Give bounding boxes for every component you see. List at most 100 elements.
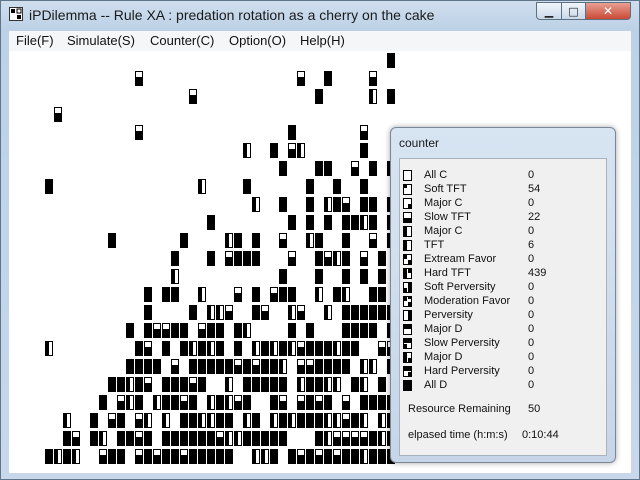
agent-cell	[99, 431, 107, 446]
agent-cell	[162, 395, 170, 410]
agent-cell	[270, 449, 278, 464]
agent-cell	[180, 431, 188, 446]
agent-cell	[252, 431, 260, 446]
agent-cell	[234, 287, 242, 302]
agent-cell	[108, 233, 116, 248]
agent-cell	[63, 413, 71, 428]
agent-cell	[360, 413, 368, 428]
agent-cell	[189, 341, 197, 356]
app-window: iPDilemma -- Rule XA : predation rotatio…	[0, 0, 640, 480]
agent-cell	[360, 305, 368, 320]
agent-cell	[360, 251, 368, 266]
agent-cell	[360, 269, 368, 284]
agent-cell	[45, 449, 53, 464]
agent-cell	[45, 179, 53, 194]
menu-counter[interactable]: Counter(C)	[150, 33, 214, 48]
agent-cell	[180, 377, 188, 392]
agent-cell	[378, 269, 386, 284]
agent-cell	[288, 341, 296, 356]
agent-cell	[333, 431, 341, 446]
agent-cell	[261, 341, 269, 356]
agent-cell	[63, 449, 71, 464]
agent-cell	[297, 359, 305, 374]
agent-cell	[234, 359, 242, 374]
strategy-count: 22	[528, 211, 541, 223]
agent-cell	[216, 431, 224, 446]
menu-bar: File(F) Simulate(S) Counter(C) Option(O)…	[9, 31, 631, 51]
perversity-icon	[403, 310, 412, 321]
agent-cell	[351, 449, 359, 464]
agent-cell	[180, 449, 188, 464]
agent-cell	[279, 395, 287, 410]
agent-cell	[279, 413, 287, 428]
menu-file[interactable]: File(F)	[16, 33, 54, 48]
agent-cell	[333, 179, 341, 194]
agent-cell	[144, 431, 152, 446]
menu-simulate[interactable]: Simulate(S)	[67, 33, 135, 48]
strategy-name: Major C	[424, 197, 463, 209]
hard-perversity-icon	[403, 366, 412, 377]
strategy-count: 6	[528, 239, 535, 251]
agent-cell	[180, 395, 188, 410]
agent-cell	[306, 233, 314, 248]
agent-cell	[216, 395, 224, 410]
agent-cell	[270, 287, 278, 302]
agent-cell	[324, 449, 332, 464]
agent-cell	[171, 395, 179, 410]
agent-cell	[369, 233, 377, 248]
agent-cell	[270, 341, 278, 356]
agent-cell	[351, 323, 359, 338]
agent-cell	[135, 71, 143, 86]
close-button[interactable]: ✕	[585, 2, 631, 20]
agent-cell	[324, 431, 332, 446]
title-bar[interactable]: iPDilemma -- Rule XA : predation rotatio…	[1, 1, 639, 31]
menu-option[interactable]: Option(O)	[229, 33, 286, 48]
agent-cell	[117, 377, 125, 392]
agent-cell	[243, 395, 251, 410]
agent-cell	[216, 359, 224, 374]
agent-cell	[261, 431, 269, 446]
agent-cell	[207, 341, 215, 356]
agent-cell	[360, 125, 368, 140]
strategy-count: 0	[528, 365, 535, 377]
agent-cell	[153, 323, 161, 338]
agent-cell	[162, 287, 170, 302]
agent-cell	[342, 413, 350, 428]
major-c-icon	[403, 198, 412, 209]
agent-cell	[135, 431, 143, 446]
agent-cell	[306, 341, 314, 356]
agent-cell	[198, 359, 206, 374]
agent-cell	[342, 431, 350, 446]
agent-cell	[324, 71, 332, 86]
maximize-button[interactable]: □	[561, 2, 586, 20]
menu-help[interactable]: Help(H)	[300, 33, 345, 48]
agent-cell	[270, 395, 278, 410]
agent-cell	[369, 323, 377, 338]
agent-cell	[360, 179, 368, 194]
agent-cell	[207, 305, 215, 320]
agent-cell	[270, 413, 278, 428]
agent-cell	[135, 449, 143, 464]
agent-cell	[360, 323, 368, 338]
agent-cell	[315, 89, 323, 104]
agent-cell	[360, 395, 368, 410]
agent-cell	[288, 413, 296, 428]
agent-cell	[252, 287, 260, 302]
agent-cell	[162, 323, 170, 338]
strategy-row: Hard Perversity 0	[400, 365, 606, 379]
minimize-button[interactable]: ▁	[536, 2, 562, 20]
agent-cell	[324, 413, 332, 428]
agent-cell	[342, 449, 350, 464]
agent-cell	[306, 359, 314, 374]
agent-cell	[270, 359, 278, 374]
major-d-2-icon	[403, 352, 412, 363]
agent-cell	[333, 341, 341, 356]
agent-cell	[270, 431, 278, 446]
agent-cell	[243, 143, 251, 158]
agent-cell	[378, 449, 386, 464]
agent-cell	[243, 377, 251, 392]
strategy-row: Slow Perversity 0	[400, 337, 606, 351]
agent-cell	[333, 449, 341, 464]
agent-cell	[198, 179, 206, 194]
agent-cell	[324, 215, 332, 230]
